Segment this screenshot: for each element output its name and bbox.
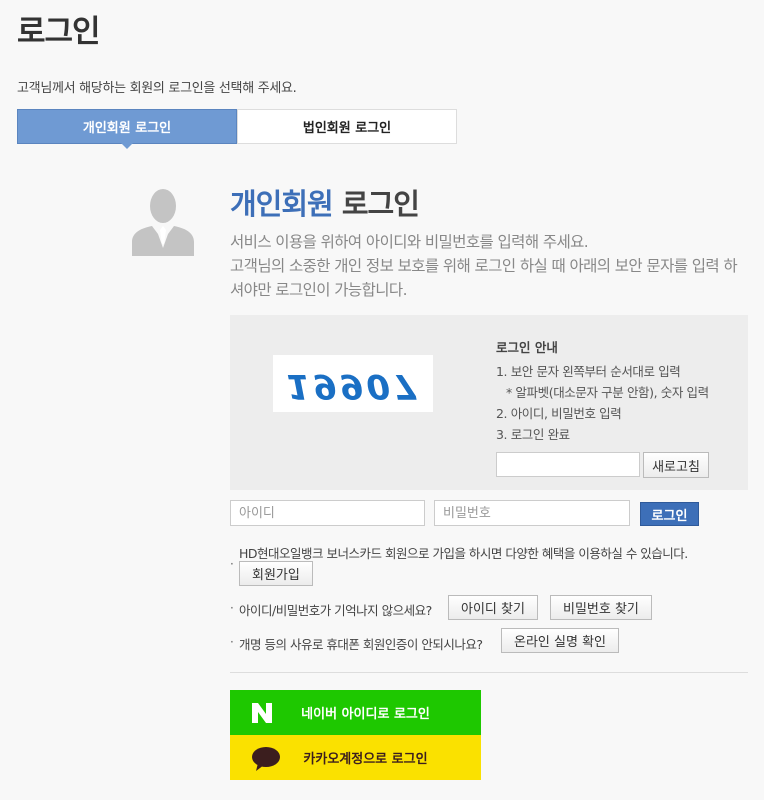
kakao-login-button[interactable]: 카카오계정으로 로그인 [230, 735, 481, 780]
page-title: 로그인 [17, 14, 101, 50]
find-id-button[interactable]: 아이디 찾기 [448, 595, 538, 620]
divider [230, 672, 748, 673]
bullet: · [230, 601, 234, 615]
join-info-text: HD현대오일뱅크 보너스카드 회원으로 가입을 하시면 다양한 혜택을 이용하실… [239, 546, 688, 561]
captcha-text: 19907 [286, 366, 419, 406]
real-name-verify-button[interactable]: 온라인 실명 확인 [501, 628, 619, 653]
user-id-input[interactable] [230, 500, 425, 526]
captcha-panel: 19907 로그인 안내 1. 보안 문자 왼쪽부터 순서대로 입력 * 알파벳… [230, 315, 748, 490]
captcha-refresh-button[interactable]: 새로고침 [643, 452, 709, 478]
login-description-line2: 고객님의 소중한 개인 정보 보호를 위해 로그인 하실 때 아래의 보안 문자… [230, 257, 738, 299]
guide-step-1: 1. 보안 문자 왼쪽부터 순서대로 입력 [496, 364, 681, 379]
user-silhouette-icon [132, 189, 194, 256]
kakao-login-label: 카카오계정으로 로그인 [303, 752, 428, 767]
login-guide-list: 1. 보안 문자 왼쪽부터 순서대로 입력 * 알파벳(대소문자 구분 안함),… [496, 361, 709, 445]
login-heading-accent: 개인회원 [230, 187, 334, 221]
find-password-button[interactable]: 비밀번호 찾기 [550, 595, 652, 620]
password-input[interactable] [434, 500, 630, 526]
login-heading-rest: 로그인 [332, 187, 420, 221]
login-description-line1: 서비스 이용을 위하여 아이디와 비밀번호를 입력해 주세요. [230, 233, 589, 251]
member-type-tabs: 개인회원 로그인 법인회원 로그인 [17, 109, 457, 149]
forgot-info-text: 아이디/비밀번호가 기억나지 않으세요? [239, 603, 432, 618]
login-heading: 개인회원 로그인 [230, 181, 420, 223]
tab-corporate-login[interactable]: 법인회원 로그인 [237, 109, 457, 144]
bullet: · [230, 635, 234, 649]
login-button[interactable]: 로그인 [640, 502, 699, 526]
captcha-input[interactable] [496, 452, 640, 477]
guide-step-3: 3. 로그인 완료 [496, 427, 570, 442]
guide-step-note: * 알파벳(대소문자 구분 안함), 숫자 입력 [506, 385, 709, 400]
intro-text: 고객님께서 해당하는 회원의 로그인을 선택해 주세요. [17, 81, 297, 96]
join-button[interactable]: 회원가입 [239, 561, 313, 586]
captcha-image: 19907 [273, 355, 433, 412]
verify-info-text: 개명 등의 사유로 휴대폰 회원인증이 안되시나요? [239, 637, 483, 652]
tab-personal-login[interactable]: 개인회원 로그인 [17, 109, 237, 149]
guide-step-2: 2. 아이디, 비밀번호 입력 [496, 406, 622, 421]
naver-login-button[interactable]: 네이버 아이디로 로그인 [230, 690, 481, 735]
naver-login-label: 네이버 아이디로 로그인 [301, 707, 430, 722]
bullet: · [230, 557, 234, 571]
login-guide-title: 로그인 안내 [496, 340, 558, 355]
login-description: 서비스 이용을 위하여 아이디와 비밀번호를 입력해 주세요. 고객님의 소중한… [230, 230, 750, 302]
